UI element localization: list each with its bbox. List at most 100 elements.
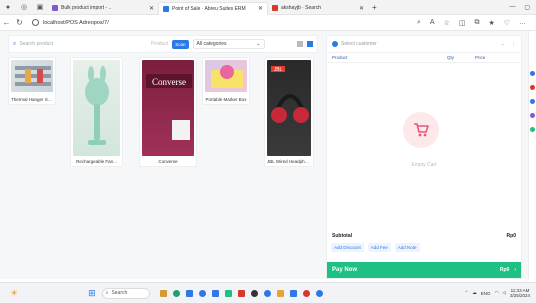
product-name: Rechargeable Fan... [76, 159, 117, 164]
customer-placeholder: Select customer [341, 41, 377, 47]
tab-actions-icon[interactable]: ▣ [32, 0, 48, 15]
pay-now-button[interactable]: Pay Now Rp0 › [327, 262, 521, 278]
collections-icon[interactable]: ⧉ [474, 19, 479, 27]
extensions-icon[interactable]: ◎ [16, 0, 32, 15]
pay-label: Pay Now [332, 267, 358, 273]
product-image [205, 60, 247, 92]
browser-essentials-icon[interactable]: ♡ [504, 19, 510, 27]
cart-columns: Product Qty Price [327, 53, 521, 63]
volume-icon[interactable]: ◁ [503, 290, 506, 296]
add-fee-button[interactable]: Add Fee [367, 243, 391, 252]
wifi-icon[interactable]: ◠ [495, 290, 499, 296]
add-note-button[interactable]: Add Note [394, 243, 420, 252]
product-image [73, 60, 120, 156]
read-aloud-icon[interactable]: A [430, 19, 435, 27]
column-qty: Qty [447, 55, 455, 60]
terminal-icon[interactable] [250, 289, 258, 297]
sidebar-app-icon[interactable] [530, 99, 535, 104]
tab-bulk-import[interactable]: Bulk product import - .. ✕ [48, 2, 158, 15]
browser-icon[interactable] [302, 289, 310, 297]
url-field[interactable]: localhost/POS Adreopos/7/ [32, 17, 332, 28]
empty-cart-icon [403, 112, 439, 148]
list-view-icon[interactable] [297, 41, 303, 47]
chevron-up-icon[interactable]: ⌃ [465, 290, 469, 296]
system-tray: ⌃ ☁ ENG ◠ ◁ 11:33 AM 3/25/2024 [465, 288, 536, 299]
excel-icon[interactable] [224, 289, 232, 297]
site-info-icon[interactable] [32, 19, 39, 26]
browser-sidebar [528, 31, 536, 279]
taskbar-search-input[interactable]: ⌕ Search [101, 287, 150, 299]
empty-cart-text: Empty Cart [411, 162, 437, 168]
add-discount-button[interactable]: Add Discount [331, 243, 364, 252]
subtotal-value: Rp0 [506, 233, 516, 239]
product-card[interactable]: Converse Converse [139, 57, 197, 167]
tab-point-of-sale[interactable]: Point of Sale · Abreu Suites ERM ✕ [158, 1, 268, 15]
mail-icon[interactable] [211, 289, 219, 297]
sidebar-app-icon[interactable] [530, 113, 535, 118]
customer-icon [332, 41, 338, 47]
tab-label: Bulk product import - .. [61, 5, 112, 11]
category-select[interactable]: All categories ⌄ [192, 39, 265, 49]
search-icon: ⌕ [13, 40, 17, 47]
favorite-star-icon[interactable]: ☆ [444, 19, 450, 27]
file-explorer-icon[interactable] [159, 289, 167, 297]
profile-icon[interactable]: ● [0, 0, 16, 15]
app-icon[interactable] [315, 289, 323, 297]
app-icon[interactable] [237, 289, 245, 297]
svg-text:JBL: JBL [274, 67, 283, 73]
url-text: localhost/POS Adreopos/7/ [43, 19, 109, 26]
favorites-icon[interactable]: ★ [488, 19, 494, 27]
cart-actions: Add Discount Add Fee Add Note [331, 243, 420, 252]
chevron-right-icon: › [514, 267, 516, 273]
close-icon[interactable]: ✕ [258, 5, 263, 12]
app-icon[interactable] [276, 289, 284, 297]
window-controls: — ▢ [509, 4, 536, 11]
word-icon[interactable] [289, 289, 297, 297]
windows-start-icon[interactable]: ⊞ [88, 288, 96, 299]
back-icon[interactable]: ← [0, 18, 13, 27]
product-image: JBL [267, 60, 311, 156]
more-icon[interactable]: … [519, 19, 526, 27]
view-toggle [297, 41, 313, 47]
tab-label: Point of Sale · Abreu Suites ERM [172, 5, 246, 12]
tab-label: akshayjb · Search [281, 5, 322, 11]
sidebar-app-icon[interactable] [530, 127, 535, 132]
cloud-icon[interactable]: ☁ [472, 290, 477, 296]
close-icon[interactable]: ✕ [359, 5, 364, 12]
subtotal-label: Subtotal [332, 233, 352, 239]
search-placeholder: Search product [19, 41, 54, 47]
edge-icon[interactable] [172, 289, 180, 297]
add-customer-icon[interactable]: ⋮ [511, 41, 516, 47]
subtotal-row: Subtotal Rp0 [332, 233, 516, 239]
split-screen-icon[interactable]: ◫ [459, 19, 466, 27]
store-icon[interactable] [185, 289, 193, 297]
sidebar-app-icon[interactable] [530, 71, 535, 76]
vscode-icon[interactable] [263, 289, 271, 297]
sidebar-app-icon[interactable] [530, 85, 535, 90]
minimize-icon[interactable]: — [509, 4, 515, 11]
customer-select[interactable]: Select customer ⌄ ⋮ [327, 36, 521, 53]
product-name: JBL Wired Headphones [267, 159, 311, 164]
tab-search[interactable]: akshayjb · Search ✕ [268, 2, 368, 15]
zoom-icon[interactable]: ⌕ [417, 19, 421, 27]
language-indicator[interactable]: ENG [481, 291, 491, 296]
product-search-input[interactable]: ⌕ Search product [13, 39, 143, 50]
tab-favicon [52, 5, 58, 11]
maximize-icon[interactable]: ▢ [524, 4, 530, 11]
clock[interactable]: 11:33 AM 3/25/2024 [510, 288, 530, 299]
taskbar-apps [159, 289, 323, 297]
chevron-down-icon: ⌄ [256, 41, 261, 47]
close-icon[interactable]: ✕ [149, 5, 154, 12]
product-card[interactable]: JBL JBL Wired Headphones [264, 57, 314, 167]
weather-icon[interactable]: ☀ [10, 288, 18, 299]
product-card[interactable]: Portable Marker Box [202, 57, 250, 105]
product-card[interactable]: Rechargeable Fan... [70, 57, 123, 167]
grid-view-icon[interactable] [307, 41, 313, 47]
scan-button[interactable]: Scan [172, 39, 189, 49]
refresh-icon[interactable]: ↻ [13, 18, 26, 27]
product-card[interactable]: Thermal Hanger Shelf... [8, 57, 56, 105]
chrome-icon[interactable] [198, 289, 206, 297]
product-name: Converse [158, 159, 178, 164]
new-tab-button[interactable]: + [372, 3, 377, 12]
tab-favicon [163, 5, 169, 12]
